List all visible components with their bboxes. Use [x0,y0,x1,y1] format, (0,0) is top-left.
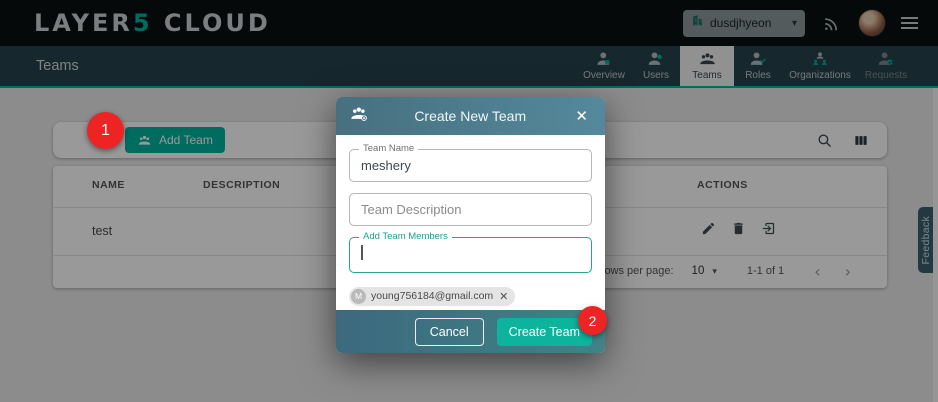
cancel-button[interactable]: Cancel [415,318,484,346]
step-badge-2: 2 [578,306,607,335]
team-name-field[interactable]: Team Name meshery [349,149,592,182]
team-description-field[interactable]: Team Description [349,193,592,226]
modal-body: Team Name meshery Team Description Add T… [336,135,605,310]
modal-title: Create New Team [369,108,571,124]
team-name-value: meshery [361,158,411,173]
group-add-icon [349,105,369,127]
close-icon[interactable]: ✕ [571,105,592,127]
member-avatar: M [351,289,366,304]
add-team-members-label: Add Team Members [359,232,452,242]
team-description-placeholder: Team Description [361,202,461,217]
member-chip: M young756184@gmail.com ✕ [349,287,515,306]
create-new-team-modal: Create New Team ✕ Team Name meshery Team… [336,97,605,353]
remove-member-icon[interactable]: ✕ [499,290,508,303]
step-badge-1: 1 [87,112,124,149]
modal-header: Create New Team ✕ [336,97,605,135]
text-cursor [361,245,363,260]
member-email: young756184@gmail.com [371,290,493,302]
layer5-cloud-app: LAYER5 CLOUD dusdjhyeon ▾ Teams Overview [0,0,938,402]
modal-footer: Cancel Create Team [336,310,605,353]
team-name-label: Team Name [359,144,418,154]
add-team-members-field[interactable]: Add Team Members [349,237,592,273]
